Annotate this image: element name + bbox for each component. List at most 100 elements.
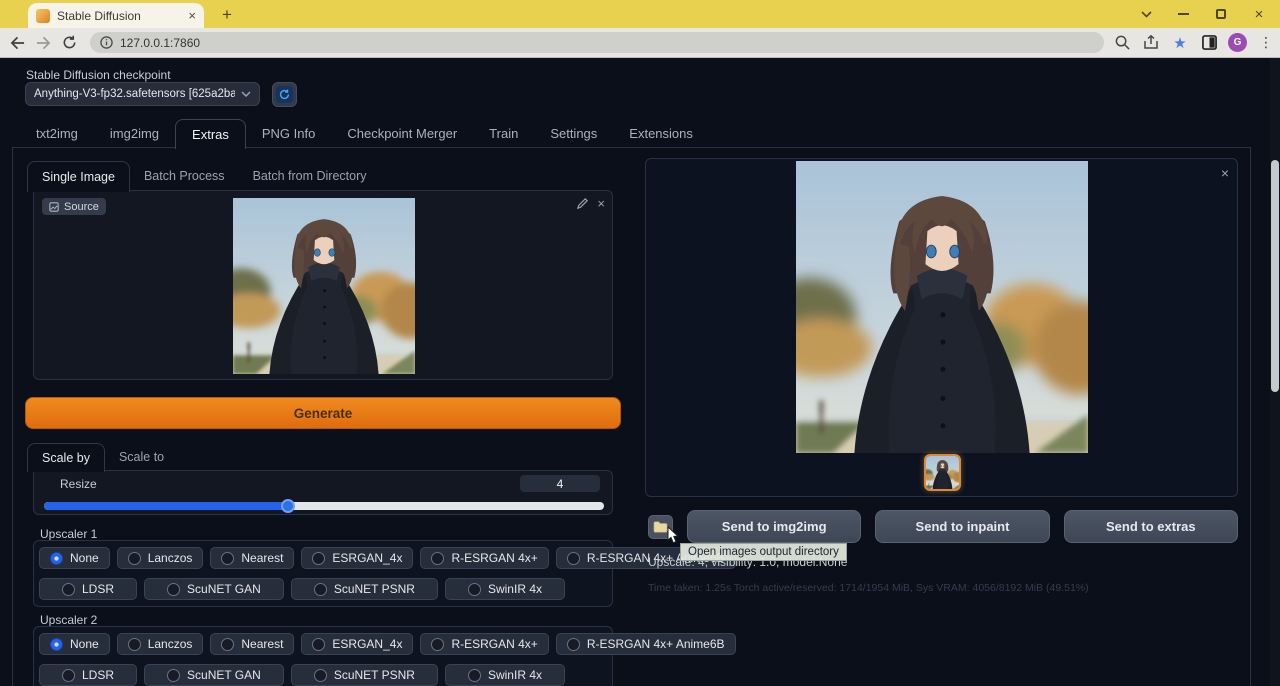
tab-img2img[interactable]: img2img	[94, 118, 175, 148]
radio-icon	[221, 638, 234, 651]
browser-menu-icon[interactable]: ⋮	[1256, 33, 1276, 53]
zoom-icon[interactable]	[1112, 33, 1132, 53]
tab-scale-by[interactable]: Scale by	[27, 443, 105, 472]
radio-icon	[431, 552, 444, 565]
tab-png-info[interactable]: PNG Info	[246, 118, 331, 148]
upscaler1-option-nearest[interactable]: Nearest	[210, 547, 294, 569]
browser-tab[interactable]: Stable Diffusion ×	[28, 3, 204, 28]
new-tab-button[interactable]: +	[215, 4, 239, 26]
tab-extras[interactable]: Extras	[175, 119, 246, 149]
bookmark-star-icon[interactable]: ★	[1170, 33, 1190, 53]
upscaler1-option-ldsr[interactable]: LDSR	[39, 578, 137, 600]
upscaler2-label: Upscaler 2	[40, 613, 97, 627]
back-button[interactable]	[4, 30, 30, 56]
upscaler1-option-resrgan4x[interactable]: R-ESRGAN 4x+	[420, 547, 548, 569]
checkpoint-dropdown[interactable]: Anything-V3-fp32.safetensors [625a2ba2]	[25, 82, 260, 106]
upscaler1-option-esrgan4x[interactable]: ESRGAN_4x	[301, 547, 413, 569]
tab-batch-from-directory[interactable]: Batch from Directory	[239, 160, 381, 191]
upscaler1-group: None Lanczos Nearest ESRGAN_4x R-ESRGAN …	[33, 540, 613, 607]
upscaler2-option-nearest[interactable]: Nearest	[210, 633, 294, 655]
profile-avatar[interactable]: G	[1228, 33, 1247, 52]
upscaler1-label: Upscaler 1	[40, 527, 97, 541]
upscaler2-option-esrgan4x[interactable]: ESRGAN_4x	[301, 633, 413, 655]
upscaler2-option-none[interactable]: None	[39, 633, 110, 655]
source-chip: Source	[42, 198, 106, 215]
tab-txt2img[interactable]: txt2img	[20, 118, 94, 148]
url-text[interactable]: 127.0.0.1:7860	[120, 36, 200, 50]
address-bar[interactable]: 127.0.0.1:7860	[90, 32, 1104, 53]
radio-icon	[314, 669, 327, 682]
image-icon	[49, 202, 59, 212]
upscaler2-option-swinir4x[interactable]: SwinIR 4x	[445, 664, 565, 686]
main-tab-bar: txt2img img2img Extras PNG Info Checkpoi…	[20, 118, 709, 148]
source-image	[233, 198, 415, 374]
upscaler2-option-scunet-psnr[interactable]: ScuNET PSNR	[291, 664, 438, 686]
window-maximize-button[interactable]	[1208, 0, 1234, 28]
window-minimize-button[interactable]	[1170, 0, 1196, 28]
edit-pencil-icon[interactable]	[576, 197, 589, 210]
reload-button[interactable]	[56, 30, 82, 56]
radio-selected-icon	[50, 638, 63, 651]
screenshot-root: Stable Diffusion × + × 127.0.0.1:7860	[0, 0, 1280, 686]
upscaler1-option-lanczos[interactable]: Lanczos	[117, 547, 204, 569]
checkpoint-value: Anything-V3-fp32.safetensors [625a2ba2]	[34, 88, 235, 100]
share-icon[interactable]	[1141, 33, 1161, 53]
upscaler2-option-scunet-gan[interactable]: ScuNET GAN	[144, 664, 284, 686]
site-info-icon[interactable]	[100, 36, 113, 49]
tab-search-chevron-icon[interactable]	[1133, 0, 1159, 28]
upscaler1-option-scunet-gan[interactable]: ScuNET GAN	[144, 578, 284, 600]
source-chip-label: Source	[64, 201, 99, 213]
result-image[interactable]	[796, 161, 1088, 453]
upscaler2-group: None Lanczos Nearest ESRGAN_4x R-ESRGAN …	[33, 626, 613, 686]
source-image-dropzone[interactable]: Source ×	[33, 190, 613, 380]
gallery-thumbnail-selected[interactable]	[924, 454, 961, 491]
tab-batch-process[interactable]: Batch Process	[130, 160, 239, 191]
scrollbar-thumb[interactable]	[1271, 160, 1279, 392]
radio-icon	[468, 583, 481, 596]
upscaler1-option-scunet-psnr[interactable]: ScuNET PSNR	[291, 578, 438, 600]
output-actions: Send to img2img Send to inpaint Send to …	[648, 510, 1238, 543]
memory-stats-text: Time taken: 1.25s Torch active/reserved:…	[648, 582, 1089, 594]
radio-icon	[567, 552, 580, 565]
tab-scale-to[interactable]: Scale to	[105, 442, 178, 471]
radio-icon	[221, 552, 234, 565]
clear-image-icon[interactable]: ×	[597, 197, 605, 210]
upscaler2-option-resrgan4x[interactable]: R-ESRGAN 4x+	[420, 633, 548, 655]
tab-single-image[interactable]: Single Image	[27, 161, 130, 192]
radio-icon	[312, 638, 325, 651]
tab-settings[interactable]: Settings	[534, 118, 613, 148]
radio-icon	[314, 583, 327, 596]
resize-number-input[interactable]: 4	[520, 475, 600, 492]
tab-train[interactable]: Train	[473, 118, 534, 148]
generate-button[interactable]: Generate	[25, 397, 621, 429]
tab-close-icon[interactable]: ×	[188, 8, 196, 23]
resize-slider-thumb[interactable]	[281, 499, 295, 513]
gallery-close-icon[interactable]: ×	[1221, 165, 1229, 181]
send-to-inpaint-button[interactable]: Send to inpaint	[875, 510, 1049, 543]
refresh-checkpoints-button[interactable]	[272, 82, 297, 107]
chevron-down-icon	[241, 91, 251, 97]
source-tab-bar: Single Image Batch Process Batch from Di…	[27, 160, 380, 191]
send-to-img2img-button[interactable]: Send to img2img	[687, 510, 861, 543]
checkpoint-label: Stable Diffusion checkpoint	[26, 68, 171, 82]
tab-checkpoint-merger[interactable]: Checkpoint Merger	[331, 118, 473, 148]
upscaler1-option-swinir4x[interactable]: SwinIR 4x	[445, 578, 565, 600]
upscaler2-option-ldsr[interactable]: LDSR	[39, 664, 137, 686]
tab-extensions[interactable]: Extensions	[613, 118, 709, 148]
radio-icon	[431, 638, 444, 651]
refresh-icon	[276, 86, 293, 103]
site-favicon-icon	[36, 9, 50, 23]
radio-icon	[312, 552, 325, 565]
upscaler1-option-none[interactable]: None	[39, 547, 110, 569]
upscaler2-option-resrgan-anime6b[interactable]: R-ESRGAN 4x+ Anime6B	[556, 633, 736, 655]
window-close-button[interactable]: ×	[1246, 0, 1272, 28]
radio-icon	[468, 669, 481, 682]
radio-icon	[62, 669, 75, 682]
forward-button[interactable]	[30, 30, 56, 56]
side-panel-icon[interactable]	[1199, 33, 1219, 53]
send-to-extras-button[interactable]: Send to extras	[1064, 510, 1238, 543]
page-scrollbar[interactable]	[1270, 58, 1280, 686]
radio-icon	[567, 638, 580, 651]
resize-slider[interactable]	[44, 502, 604, 510]
upscaler2-option-lanczos[interactable]: Lanczos	[117, 633, 204, 655]
